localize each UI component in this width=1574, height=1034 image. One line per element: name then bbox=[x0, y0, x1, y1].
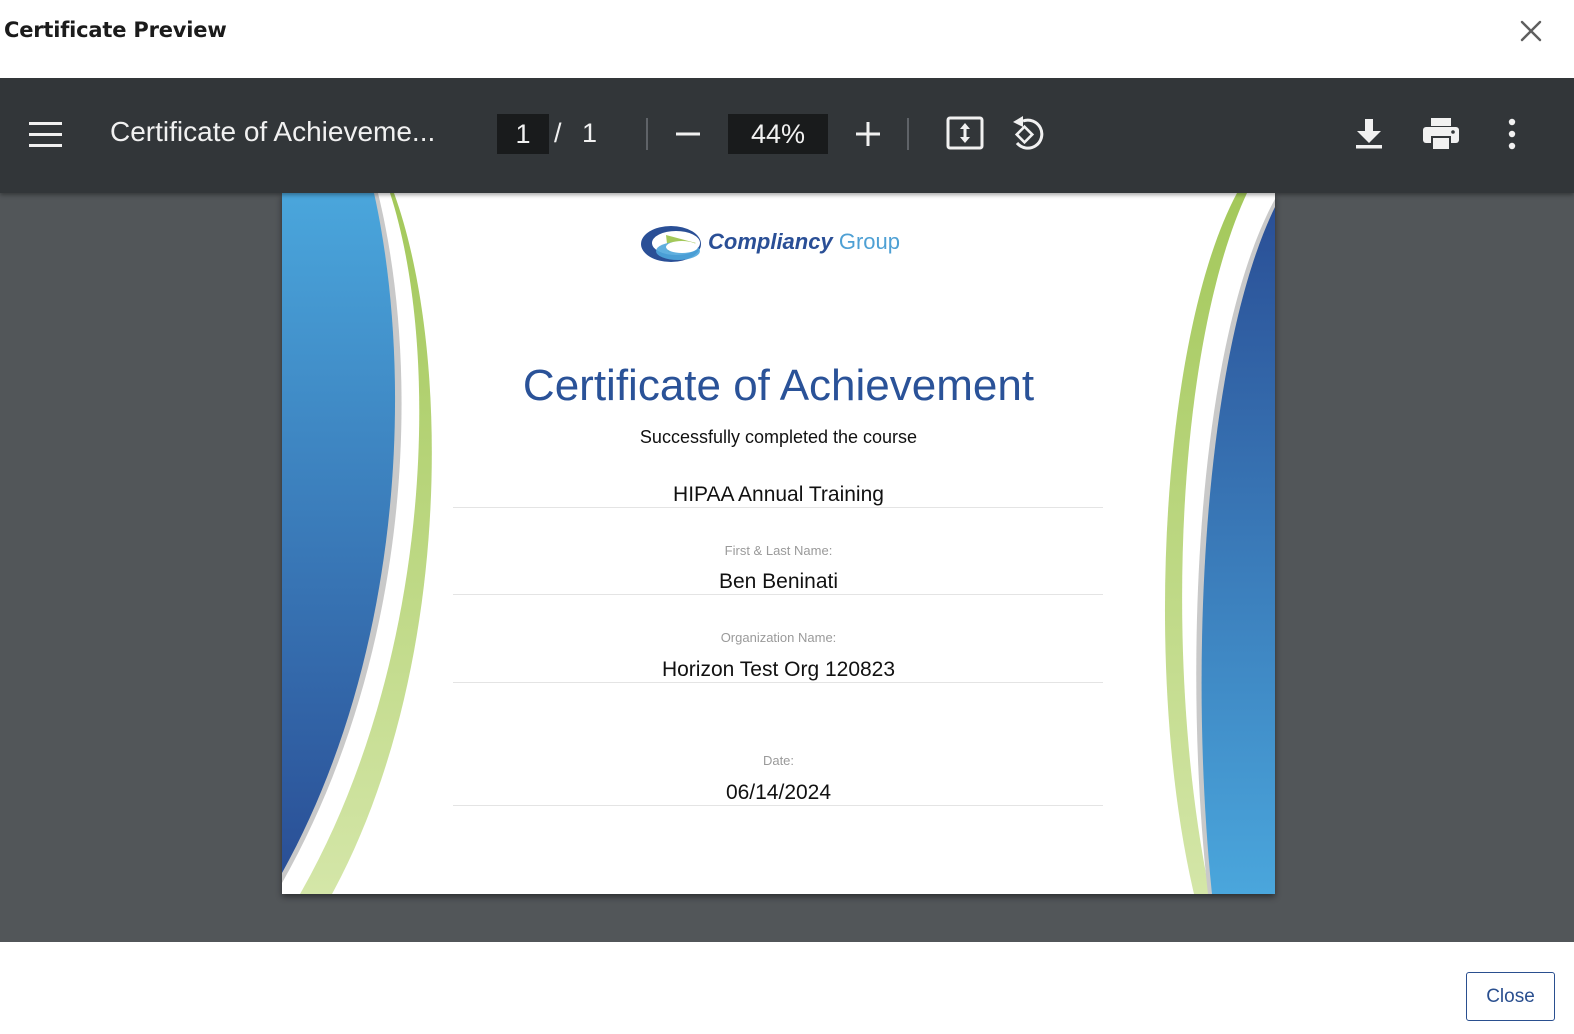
document-title: Certificate of Achieveme... bbox=[110, 116, 436, 147]
plus-icon[interactable] bbox=[854, 120, 882, 153]
print-icon[interactable] bbox=[1422, 117, 1460, 156]
course-name: HIPAA Annual Training bbox=[673, 483, 884, 506]
page-number-input[interactable]: 1 bbox=[497, 114, 549, 154]
modal-footer: Close bbox=[0, 942, 1574, 1034]
organization-value: Horizon Test Org 120823 bbox=[661, 658, 896, 681]
download-icon[interactable] bbox=[1354, 118, 1384, 155]
toolbar-divider bbox=[646, 118, 648, 150]
name-label: First & Last Name: bbox=[724, 543, 833, 558]
organization-label: Organization Name: bbox=[720, 630, 837, 645]
name-value: Ben Beninati bbox=[718, 570, 839, 593]
total-pages: 1 bbox=[582, 118, 598, 148]
date-value: 06/14/2024 bbox=[725, 781, 832, 804]
logo-suffix: Group bbox=[838, 229, 900, 254]
toolbar-divider bbox=[907, 118, 909, 150]
certificate-title: Certificate of Achievement bbox=[522, 361, 1035, 410]
hamburger-menu-icon[interactable] bbox=[28, 120, 64, 155]
rotate-counterclockwise-icon[interactable] bbox=[1009, 115, 1047, 158]
field-underline bbox=[453, 507, 1103, 508]
minus-icon[interactable] bbox=[674, 120, 702, 153]
logo-brand: Compliancy bbox=[708, 229, 833, 254]
pdf-toolbar: Certificate of Achieveme... 1 / 1 44% bbox=[0, 78, 1574, 193]
field-underline bbox=[453, 805, 1103, 806]
more-vertical-icon[interactable] bbox=[1503, 118, 1521, 155]
modal-header: Certificate Preview bbox=[0, 0, 1574, 78]
logo-text: Compliancy Group bbox=[708, 229, 900, 255]
pdf-viewer: Certificate of Achieveme... 1 / 1 44% Co… bbox=[0, 78, 1574, 942]
date-label: Date: bbox=[762, 753, 795, 768]
close-icon[interactable] bbox=[1517, 17, 1545, 45]
modal-title: Certificate Preview bbox=[4, 18, 227, 42]
page-separator: / bbox=[554, 118, 562, 148]
zoom-level-input[interactable]: 44% bbox=[728, 114, 828, 154]
certificate-subtitle: Successfully completed the course bbox=[639, 427, 918, 447]
certificate-page: Compliancy Group Certificate of Achievem… bbox=[282, 193, 1275, 894]
fit-to-page-icon[interactable] bbox=[946, 116, 984, 155]
field-underline bbox=[453, 594, 1103, 595]
close-button[interactable]: Close bbox=[1466, 972, 1555, 1021]
field-underline bbox=[453, 682, 1103, 683]
